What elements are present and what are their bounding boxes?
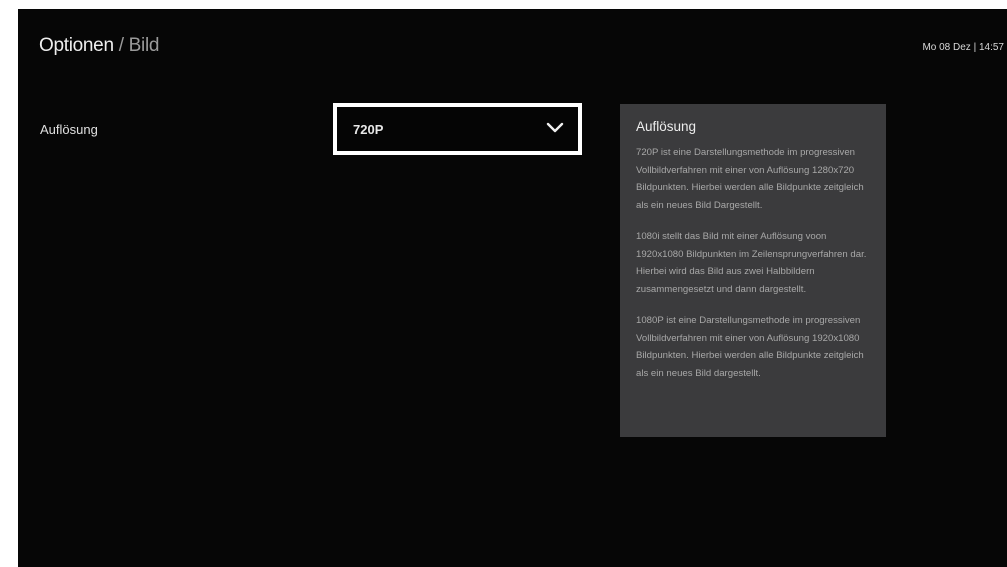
- resolution-label: Auflösung: [40, 122, 98, 137]
- info-paragraph-1080p: 1080P ist eine Darstellungsmethode im pr…: [636, 315, 864, 379]
- info-paragraph-1080i: 1080i stellt das Bild mit einer Auflösun…: [636, 231, 867, 295]
- breadcrumb-separator: /: [113, 35, 129, 56]
- resolution-selected-value: 720P: [353, 122, 384, 137]
- page-title-sub: Bild: [128, 35, 160, 56]
- resolution-dropdown[interactable]: 720P: [333, 103, 582, 155]
- info-paragraph-720p: 720P ist eine Darstellungsmethode im pro…: [636, 147, 864, 211]
- info-panel: Auflösung 720P ist eine Darstellungsmeth…: [620, 104, 886, 437]
- page-title-main: Optionen: [39, 35, 114, 56]
- date-time-display: Mo 08 Dez | 14:57: [922, 42, 1004, 53]
- tv-screen: Optionen / Bild Mo 08 Dez | 14:57 Auflös…: [18, 9, 1007, 567]
- chevron-down-icon: [546, 121, 564, 135]
- info-panel-title: Auflösung: [636, 119, 697, 134]
- page-title: Optionen / Bild: [39, 35, 159, 57]
